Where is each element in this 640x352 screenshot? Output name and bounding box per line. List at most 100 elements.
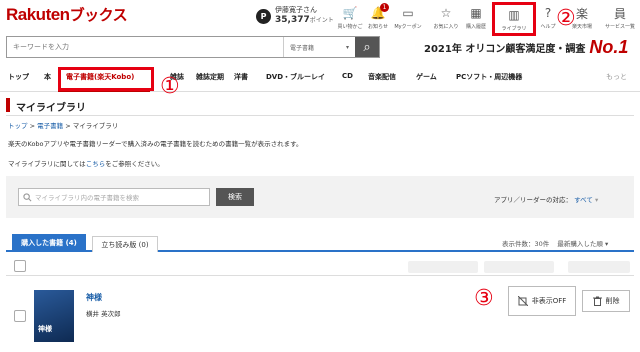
nav-item-games[interactable]: ゲーム — [416, 72, 437, 82]
select-all-checkbox[interactable] — [14, 260, 26, 272]
notifications-label: お知らせ — [368, 24, 388, 30]
trash-icon — [592, 296, 602, 306]
category-select[interactable]: 電子書籍 ▾ — [283, 37, 355, 57]
breadcrumb-ebooks[interactable]: 電子書籍 — [37, 122, 63, 130]
coupon-label: Myクーポン — [394, 24, 422, 30]
app-filter: アプリ／リーダーの対応： すべて ▾ — [494, 194, 598, 204]
library-icon: ▥ — [508, 8, 520, 22]
site-search: 電子書籍 ▾ ⌕ — [6, 36, 380, 58]
nav-item-magazine-subscription[interactable]: 雑誌定期 — [196, 72, 224, 82]
library-search-placeholder: マイライブラリ内の電子書籍を検索 — [35, 194, 139, 202]
book-title[interactable]: 神様 — [86, 292, 102, 303]
delete-button[interactable]: 削除 — [582, 290, 630, 312]
cover-title: 神様 — [38, 325, 52, 333]
points-unit: ポイント — [309, 17, 334, 24]
chevron-down-icon: ▾ — [604, 240, 609, 248]
nav-more[interactable]: もっと — [606, 72, 627, 82]
search-icon — [23, 192, 32, 201]
member-icon: 員 — [613, 6, 626, 21]
nav-item-music[interactable]: 音楽配信 — [368, 72, 396, 82]
annotation-1: ① — [160, 74, 180, 99]
search-icon: ⌕ — [363, 39, 371, 55]
page-description: 楽天のKoboアプリや電子書籍リーダーで購入済みの電子書籍を読むための書籍一覧が… — [8, 140, 303, 148]
library-button[interactable]: ▥ ライブラリ — [492, 2, 536, 36]
favorites-button[interactable]: ☆ お気に入り — [430, 3, 462, 33]
logo-text: Rakuten — [6, 5, 70, 24]
ebooks-highlight — [58, 67, 154, 91]
history-icon: ▦ — [470, 6, 482, 20]
chevron-down-icon: ▾ — [345, 43, 349, 51]
nav-item-top[interactable]: トップ — [8, 72, 29, 82]
help-link[interactable]: こちら — [86, 160, 106, 168]
market-icon: 楽 — [575, 6, 588, 21]
bulk-action-disabled-2 — [484, 261, 554, 273]
points-value: 35,377 — [275, 15, 310, 25]
points-display: 35,377ポイント — [275, 15, 334, 26]
nav-item-dvd[interactable]: DVD・ブルーレイ — [266, 72, 325, 82]
nav-item-foreign-books[interactable]: 洋書 — [234, 72, 248, 82]
chevron-down-icon: ▾ — [594, 196, 599, 204]
breadcrumb-sep-1: > — [29, 122, 36, 130]
delete-button-label: 削除 — [605, 297, 620, 305]
category-value: 電子書籍 — [290, 44, 315, 52]
history-button[interactable]: ▦ 購入履歴 — [460, 3, 492, 33]
notifications-button[interactable]: 🔔 1 お知らせ — [362, 3, 394, 33]
per-page-select[interactable]: 表示件数：30件 — [502, 240, 549, 248]
market-label: 楽天市場 — [571, 24, 592, 30]
nav-item-books[interactable]: 本 — [44, 72, 51, 82]
logo-sub: ブックス — [69, 7, 128, 24]
sort-select[interactable]: 最新購入した順 — [557, 240, 603, 248]
title-accent — [6, 98, 10, 112]
help-button[interactable]: ? ヘルプ — [532, 3, 564, 33]
annotation-3: ③ — [474, 286, 494, 311]
help-text: マイライブラリに関してはこちらをご参照ください。 — [8, 158, 164, 168]
coupon-icon: ▭ — [402, 6, 414, 20]
help-suffix: をご参照ください。 — [105, 160, 164, 168]
library-search-input[interactable]: マイライブラリ内の電子書籍を検索 — [18, 188, 210, 206]
bulk-action-disabled-3 — [568, 261, 630, 273]
app-filter-value[interactable]: すべて — [574, 196, 593, 204]
library-label: ライブラリ — [501, 26, 527, 32]
hide-icon — [517, 296, 528, 306]
points-icon: P — [256, 8, 271, 24]
help-label: ヘルプ — [540, 24, 556, 30]
book-cover[interactable]: 神様 — [34, 290, 74, 342]
search-input[interactable] — [7, 37, 283, 57]
app-filter-label: アプリ／リーダーの対応： — [494, 196, 572, 204]
breadcrumb-current: マイライブラリ — [72, 122, 119, 130]
tab-preview[interactable]: 立ち読み版 (0) — [92, 236, 158, 252]
tab-purchased[interactable]: 購入した書籍 (4) — [12, 234, 86, 252]
oricon-banner[interactable]: 2021年 オリコン顧客満足度・調査 No.1 — [424, 36, 632, 57]
cart-label: 買い物かご — [337, 24, 363, 30]
star-icon: ☆ — [440, 6, 452, 20]
user-name: 伊藤寛子さん — [275, 6, 317, 14]
breadcrumb-top[interactable]: トップ — [8, 122, 28, 130]
notification-badge: 1 — [380, 3, 389, 12]
search-button[interactable]: ⌕ — [355, 37, 379, 57]
help-icon: ? — [544, 6, 552, 20]
rakuten-books-logo[interactable]: Rakutenブックス — [6, 4, 128, 25]
member-button[interactable]: 員 サービス一覧 — [602, 3, 638, 33]
market-button[interactable]: 楽 楽天市場 — [566, 3, 598, 33]
page-header: マイライブラリ — [6, 96, 634, 116]
library-search-button[interactable]: 検索 — [216, 188, 254, 206]
hide-toggle-button[interactable]: 非表示OFF — [508, 286, 576, 316]
bell-icon: 🔔 1 — [371, 3, 389, 20]
sort-controls: 表示件数：30件 最新購入した順 ▾ — [502, 238, 608, 248]
nav-item-pc-software[interactable]: PCソフト・周辺機器 — [456, 72, 522, 82]
book-author: 横井 英次郎 — [86, 310, 121, 318]
banner-no1: No.1 — [589, 36, 629, 57]
user-points[interactable]: P 伊藤寛子さん 35,377ポイント — [256, 6, 334, 26]
cart-icon: 🛒 — [342, 6, 358, 20]
page-title: マイライブラリ — [16, 103, 86, 114]
nav-item-cd[interactable]: CD — [342, 72, 353, 80]
services-label: サービス一覧 — [604, 24, 635, 30]
favorites-label: お気に入り — [433, 24, 459, 30]
help-prefix: マイライブラリに関しては — [8, 160, 86, 168]
history-label: 購入履歴 — [465, 24, 486, 30]
coupon-button[interactable]: ▭ Myクーポン — [392, 3, 424, 33]
banner-text: 2021年 オリコン顧客満足度・調査 — [424, 43, 586, 55]
breadcrumb-sep-2: > — [65, 122, 71, 130]
book-checkbox[interactable] — [14, 310, 26, 322]
breadcrumb: トップ > 電子書籍 > マイライブラリ — [8, 120, 118, 130]
